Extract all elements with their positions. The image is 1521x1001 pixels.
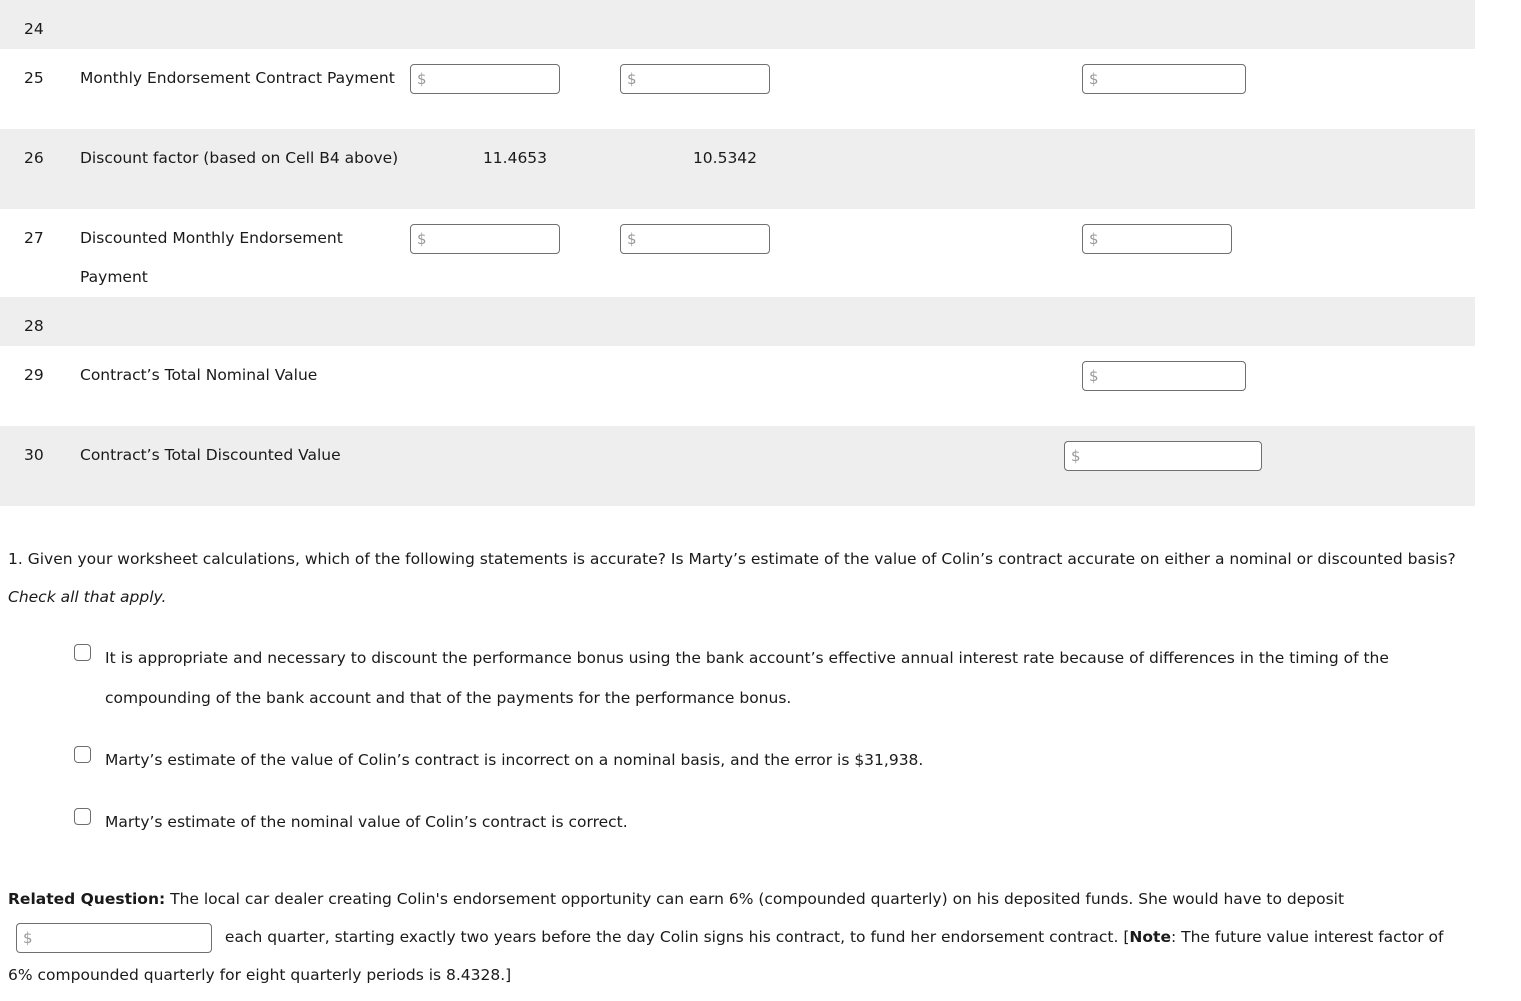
answer-option-1[interactable]: It is appropriate and necessary to disco… [74,638,1511,718]
table-row: 25 Monthly Endorsement Contract Payment [0,49,1475,129]
question-prompt-emphasis: Check all that apply. [8,588,167,606]
answer-option-label: Marty’s estimate of the value of Colin’s… [105,751,924,769]
table-row: 27 Discounted Monthly Endorsement Paymen… [0,209,1475,297]
checkbox-icon[interactable] [74,644,91,661]
discounted-monthly-payment-e-input[interactable] [1082,223,1232,254]
discount-factor-b-value: 11.4653 [482,149,548,167]
row-cell-c [620,346,830,356]
row-number: 28 [24,317,44,335]
row-number: 29 [24,366,44,384]
row-cell-b [410,346,620,356]
monthly-endorsement-payment-b-input[interactable] [410,63,560,94]
row-cell-b [410,426,620,436]
row-cell-b [410,0,620,10]
row-cell-d [830,209,1060,219]
discounted-monthly-payment-b-input[interactable] [410,223,560,254]
checkbox-icon[interactable] [74,808,91,825]
row-label: Contract’s Total Nominal Value [80,366,318,384]
row-label: Monthly Endorsement Contract Payment [80,69,395,87]
discounted-monthly-payment-c-input[interactable] [620,223,770,254]
row-cell-e [1060,129,1475,139]
related-question-label: Related Question: [8,890,166,908]
row-cell-e [1060,0,1475,10]
row-cell-e [1060,297,1475,307]
table-row: 24 [0,0,1475,49]
table-row: 28 [0,297,1475,346]
row-number: 27 [24,229,44,247]
table-row: 29 Contract’s Total Nominal Value [0,346,1475,426]
row-cell-d [830,297,1060,307]
row-label [80,297,410,307]
answer-option-label: It is appropriate and necessary to disco… [105,649,1389,707]
checkbox-icon[interactable] [74,746,91,763]
row-cell-d [830,346,1060,356]
row-cell-c [620,0,830,10]
row-cell-b [410,297,620,307]
contract-total-nominal-value-input[interactable] [1082,360,1246,391]
related-question-text-before: The local car dealer creating Colin's en… [165,890,1345,908]
answer-option-2[interactable]: Marty’s estimate of the value of Colin’s… [74,740,1511,780]
answer-option-label: Marty’s estimate of the nominal value of… [105,813,628,831]
discount-factor-c-value: 10.5342 [692,149,758,167]
row-number: 25 [24,69,44,87]
row-number: 26 [24,149,44,167]
answer-option-3[interactable]: Marty’s estimate of the nominal value of… [74,802,1511,842]
question-block: 1. Given your worksheet calculations, wh… [0,540,1521,842]
question-prompt: 1. Given your worksheet calculations, wh… [8,540,1478,616]
row-label [80,0,410,10]
monthly-endorsement-payment-c-input[interactable] [620,63,770,94]
monthly-endorsement-payment-e-input[interactable] [1082,63,1246,94]
row-cell-d [830,426,1060,436]
question-prompt-text: 1. Given your worksheet calculations, wh… [8,550,1456,568]
row-number: 24 [24,20,44,38]
quarterly-deposit-input[interactable] [16,922,212,953]
row-number: 30 [24,446,44,464]
note-label: Note [1129,928,1171,946]
table-row: 26 Discount factor (based on Cell B4 abo… [0,129,1475,209]
row-label: Discounted Monthly Endorsement Payment [80,229,343,286]
table-row: 30 Contract’s Total Discounted Value [0,426,1475,506]
worksheet-table: 24 25 Monthly Endorsement Contract Payme… [0,0,1475,506]
row-cell-d [830,49,1060,59]
row-label: Discount factor (based on Cell B4 above) [80,149,399,167]
answer-options-list: It is appropriate and necessary to disco… [8,638,1511,842]
row-cell-d [830,0,1060,10]
row-cell-c [620,297,830,307]
row-cell-d [830,129,1060,139]
related-question-block: Related Question: The local car dealer c… [0,880,1480,994]
row-label: Contract’s Total Discounted Value [80,446,341,464]
contract-total-discounted-value-input[interactable] [1064,440,1262,471]
row-cell-c [620,426,830,436]
related-question-text-after: each quarter, starting exactly two years… [220,928,1130,946]
